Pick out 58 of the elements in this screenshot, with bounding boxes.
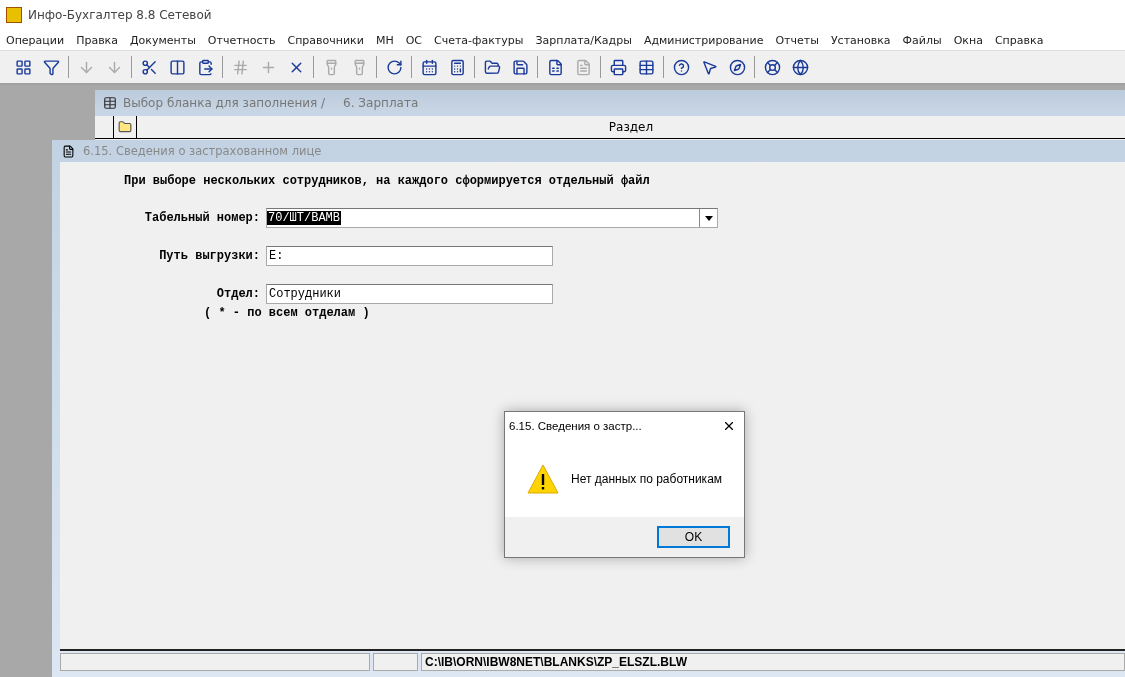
dialog-title: 6.15. Сведения о застр... xyxy=(509,420,643,432)
document-icon xyxy=(62,144,75,158)
menu-item[interactable]: ОС xyxy=(405,33,422,47)
menu-item[interactable]: Справка xyxy=(994,33,1044,47)
cut-icon xyxy=(140,58,158,76)
window-title: Выбор бланка для заполнения / xyxy=(123,96,326,110)
field-label: Путь выгрузки: xyxy=(158,249,261,263)
globe-icon xyxy=(791,58,809,76)
menu-item[interactable]: Файлы xyxy=(902,33,942,47)
field-label: Табельный номер: xyxy=(143,211,261,225)
window-subtitle: 6. Зарплата xyxy=(343,96,419,110)
caret-icon xyxy=(704,215,713,221)
lifebuoy-icon xyxy=(763,58,781,76)
filter-icon xyxy=(42,58,60,76)
status-cell xyxy=(373,653,418,671)
menu-item[interactable]: Операции xyxy=(6,33,65,47)
app-icon xyxy=(6,7,22,23)
input-field[interactable]: E: xyxy=(266,246,553,266)
grid-icon xyxy=(14,58,32,76)
folder-icon[interactable] xyxy=(118,120,132,134)
hint-text: ( * - по всем отделам ) xyxy=(204,306,371,320)
menu-item[interactable]: Отчетность xyxy=(207,33,276,47)
compass-icon xyxy=(728,58,746,76)
dialog-message: Нет данных по работникам xyxy=(571,471,723,486)
status-path: C:\IB\ORN\IBW8NET\BLANKS\ZP_ELSZL.BLW xyxy=(421,653,1125,671)
table-icon xyxy=(103,96,117,110)
print-icon xyxy=(609,58,627,76)
warning-icon xyxy=(527,463,559,494)
columns-icon xyxy=(168,58,186,76)
document-icon xyxy=(574,58,592,76)
refresh-icon xyxy=(385,58,403,76)
window-title: 6.15. Сведения о застрахованном лице xyxy=(83,144,322,158)
menu-item[interactable]: Правка xyxy=(76,33,118,47)
calculator-icon xyxy=(448,58,466,76)
save-icon xyxy=(511,58,529,76)
calendar-icon xyxy=(420,58,438,76)
close-icon xyxy=(722,419,736,433)
menu-item[interactable]: Документы xyxy=(130,33,196,47)
help-icon xyxy=(672,58,690,76)
input-field[interactable]: Сотрудники xyxy=(266,284,553,304)
paste-icon xyxy=(196,58,214,76)
menu-item[interactable]: МН xyxy=(375,33,394,47)
menu-item[interactable]: Установка xyxy=(830,33,891,47)
menu-item[interactable]: Справочники xyxy=(287,33,364,47)
menu-item[interactable]: Окна xyxy=(953,33,983,47)
window-title: Инфо-Бухгалтер 8.8 Сетевой xyxy=(28,8,212,22)
menu-item[interactable]: Зарплата/Кадры xyxy=(535,33,632,47)
menu-item[interactable]: Администрирование xyxy=(643,33,764,47)
number-icon xyxy=(231,58,249,76)
combo-box[interactable]: 70/ШТ/ВАМВ xyxy=(266,208,718,228)
info-text: При выборе нескольких сотрудников, на каждого сформируется отдельный файл xyxy=(124,174,651,188)
spreadsheet-icon xyxy=(546,58,564,76)
ok-button[interactable]: OK xyxy=(657,526,730,548)
menu-item[interactable]: Отчеты xyxy=(775,33,819,47)
menu-item[interactable]: Счета-фактуры xyxy=(434,33,524,47)
folder-icon xyxy=(483,58,501,76)
table-icon xyxy=(637,58,655,76)
field-label: Отдел: xyxy=(215,287,261,301)
